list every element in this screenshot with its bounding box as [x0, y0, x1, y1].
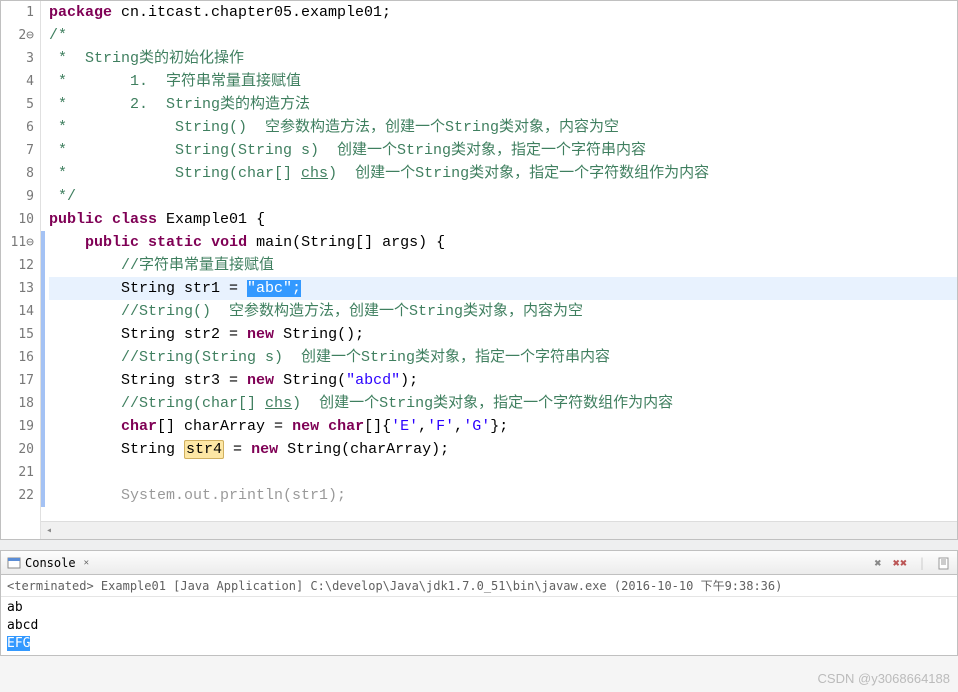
- code-line[interactable]: /*: [49, 24, 957, 47]
- console-toolbar: ✖ ✖✖ |: [871, 556, 951, 570]
- line-number: 1: [1, 1, 34, 24]
- line-number: 22: [1, 484, 34, 507]
- code-line[interactable]: */: [49, 185, 957, 208]
- line-number: 18: [1, 392, 34, 415]
- code-line[interactable]: * String() 空参数构造方法，创建一个String类对象，内容为空: [49, 116, 957, 139]
- code-line[interactable]: [49, 461, 957, 484]
- line-number-gutter: 12⊖34567891011⊖1213141516171819202122: [1, 1, 41, 539]
- line-number: 12: [1, 254, 34, 277]
- code-line[interactable]: //字符串常量直接赋值: [49, 254, 957, 277]
- console-tab-label: Console: [25, 556, 76, 570]
- code-area[interactable]: package cn.itcast.chapter05.example01;/*…: [41, 1, 957, 539]
- code-line[interactable]: * String类的初始化操作: [49, 47, 957, 70]
- line-number: 2⊖: [1, 24, 34, 47]
- console-output[interactable]: ababcdEFG: [1, 597, 957, 655]
- code-line[interactable]: public static void main(String[] args) {: [49, 231, 957, 254]
- code-line[interactable]: * String(char[] chs) 创建一个String类对象，指定一个字…: [49, 162, 957, 185]
- code-line[interactable]: package cn.itcast.chapter05.example01;: [49, 1, 957, 24]
- line-number: 9: [1, 185, 34, 208]
- console-line[interactable]: EFG: [7, 635, 951, 653]
- line-number: 10: [1, 208, 34, 231]
- change-marker: [41, 231, 45, 507]
- line-number: 15: [1, 323, 34, 346]
- clear-console-icon[interactable]: [937, 556, 951, 570]
- code-line[interactable]: * 1. 字符串常量直接赋值: [49, 70, 957, 93]
- horizontal-scrollbar[interactable]: ◂: [41, 521, 957, 539]
- code-line[interactable]: //String(char[] chs) 创建一个String类对象，指定一个字…: [49, 392, 957, 415]
- code-line[interactable]: public class Example01 {: [49, 208, 957, 231]
- line-number: 4: [1, 70, 34, 93]
- code-line[interactable]: String str4 = new String(charArray);: [49, 438, 957, 461]
- console-icon: [7, 556, 21, 570]
- code-editor[interactable]: 12⊖34567891011⊖1213141516171819202122 pa…: [0, 0, 958, 540]
- scroll-left-arrow[interactable]: ◂: [41, 525, 57, 536]
- remove-all-launches-icon[interactable]: ✖✖: [893, 556, 907, 570]
- console-status: <terminated> Example01 [Java Application…: [1, 575, 957, 597]
- line-number: 7: [1, 139, 34, 162]
- code-line[interactable]: * String(String s) 创建一个String类对象，指定一个字符串…: [49, 139, 957, 162]
- console-view: Console ✕ ✖ ✖✖ | <terminated> Example01 …: [0, 550, 958, 656]
- code-line[interactable]: String str1 = "abc";: [49, 277, 957, 300]
- line-number: 6: [1, 116, 34, 139]
- console-tab-close-icon[interactable]: ✕: [84, 558, 89, 568]
- line-number: 17: [1, 369, 34, 392]
- code-line[interactable]: String str3 = new String("abcd");: [49, 369, 957, 392]
- console-tab[interactable]: Console ✕: [7, 556, 89, 570]
- console-line[interactable]: ab: [7, 599, 951, 617]
- code-line[interactable]: char[] charArray = new char[]{'E','F','G…: [49, 415, 957, 438]
- watermark: CSDN @y3068664188: [818, 671, 950, 686]
- remove-launch-icon[interactable]: ✖: [871, 556, 885, 570]
- line-number: 11⊖: [1, 231, 34, 254]
- code-line[interactable]: System.out.println(str1);: [49, 484, 957, 507]
- line-number: 16: [1, 346, 34, 369]
- line-number: 5: [1, 93, 34, 116]
- line-number: 8: [1, 162, 34, 185]
- code-line[interactable]: //String() 空参数构造方法，创建一个String类对象，内容为空: [49, 300, 957, 323]
- pane-splitter[interactable]: [0, 540, 958, 550]
- line-number: 20: [1, 438, 34, 461]
- line-number: 3: [1, 47, 34, 70]
- line-number: 13: [1, 277, 34, 300]
- code-line[interactable]: //String(String s) 创建一个String类对象，指定一个字符串…: [49, 346, 957, 369]
- console-header: Console ✕ ✖ ✖✖ |: [1, 551, 957, 575]
- line-number: 19: [1, 415, 34, 438]
- divider: |: [915, 556, 929, 570]
- console-line[interactable]: abcd: [7, 617, 951, 635]
- code-line[interactable]: * 2. String类的构造方法: [49, 93, 957, 116]
- code-line[interactable]: String str2 = new String();: [49, 323, 957, 346]
- line-number: 21: [1, 461, 34, 484]
- line-number: 14: [1, 300, 34, 323]
